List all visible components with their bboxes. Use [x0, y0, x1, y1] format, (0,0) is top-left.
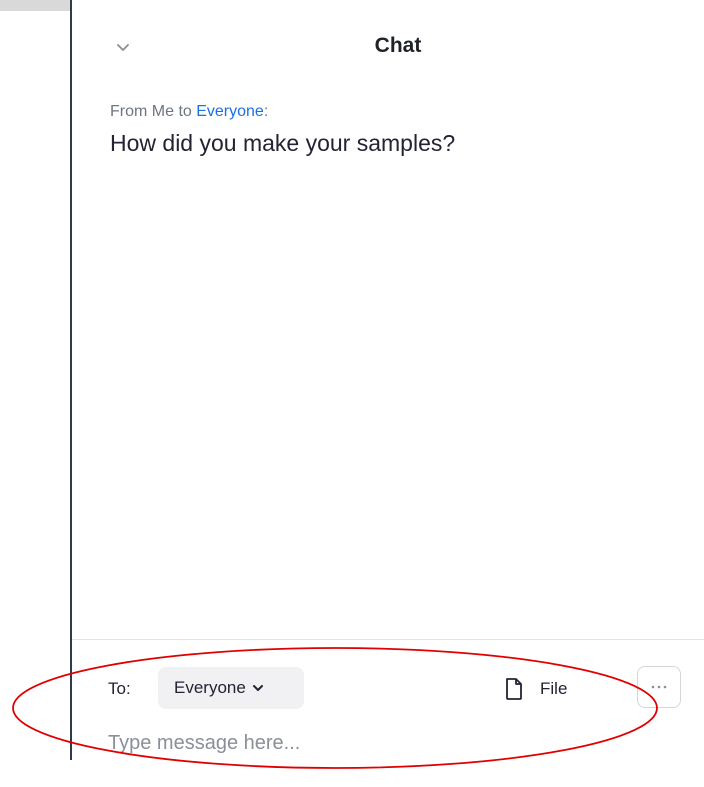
message-sender-prefix: From Me to — [110, 103, 197, 120]
file-icon — [506, 678, 522, 700]
chat-title: Chat — [374, 34, 422, 57]
recipient-dropdown[interactable]: Everyone — [158, 667, 304, 709]
file-button[interactable]: File — [504, 675, 567, 703]
message-list: From Me to Everyone: How did you make yo… — [110, 100, 680, 630]
screenshot-stage: Chat From Me to Everyone: How did you ma… — [0, 0, 704, 787]
message-meta-suffix: : — [263, 103, 269, 120]
chat-panel: Chat From Me to Everyone: How did you ma… — [70, 0, 704, 760]
recipient-dropdown-value: Everyone — [174, 678, 246, 697]
message-input[interactable] — [108, 728, 668, 758]
composer-divider — [72, 639, 704, 640]
message-text: How did you make your samples? — [110, 130, 456, 156]
message-meta: From Me to Everyone: — [110, 100, 680, 124]
file-button-label: File — [540, 679, 568, 698]
chat-message: From Me to Everyone: How did you make yo… — [110, 100, 680, 158]
more-options-button[interactable] — [637, 666, 681, 708]
to-label: To: — [108, 679, 131, 698]
more-dots-icon — [651, 685, 667, 689]
message-recipient-link[interactable]: Everyone — [196, 103, 264, 120]
chevron-down-icon — [252, 684, 264, 692]
